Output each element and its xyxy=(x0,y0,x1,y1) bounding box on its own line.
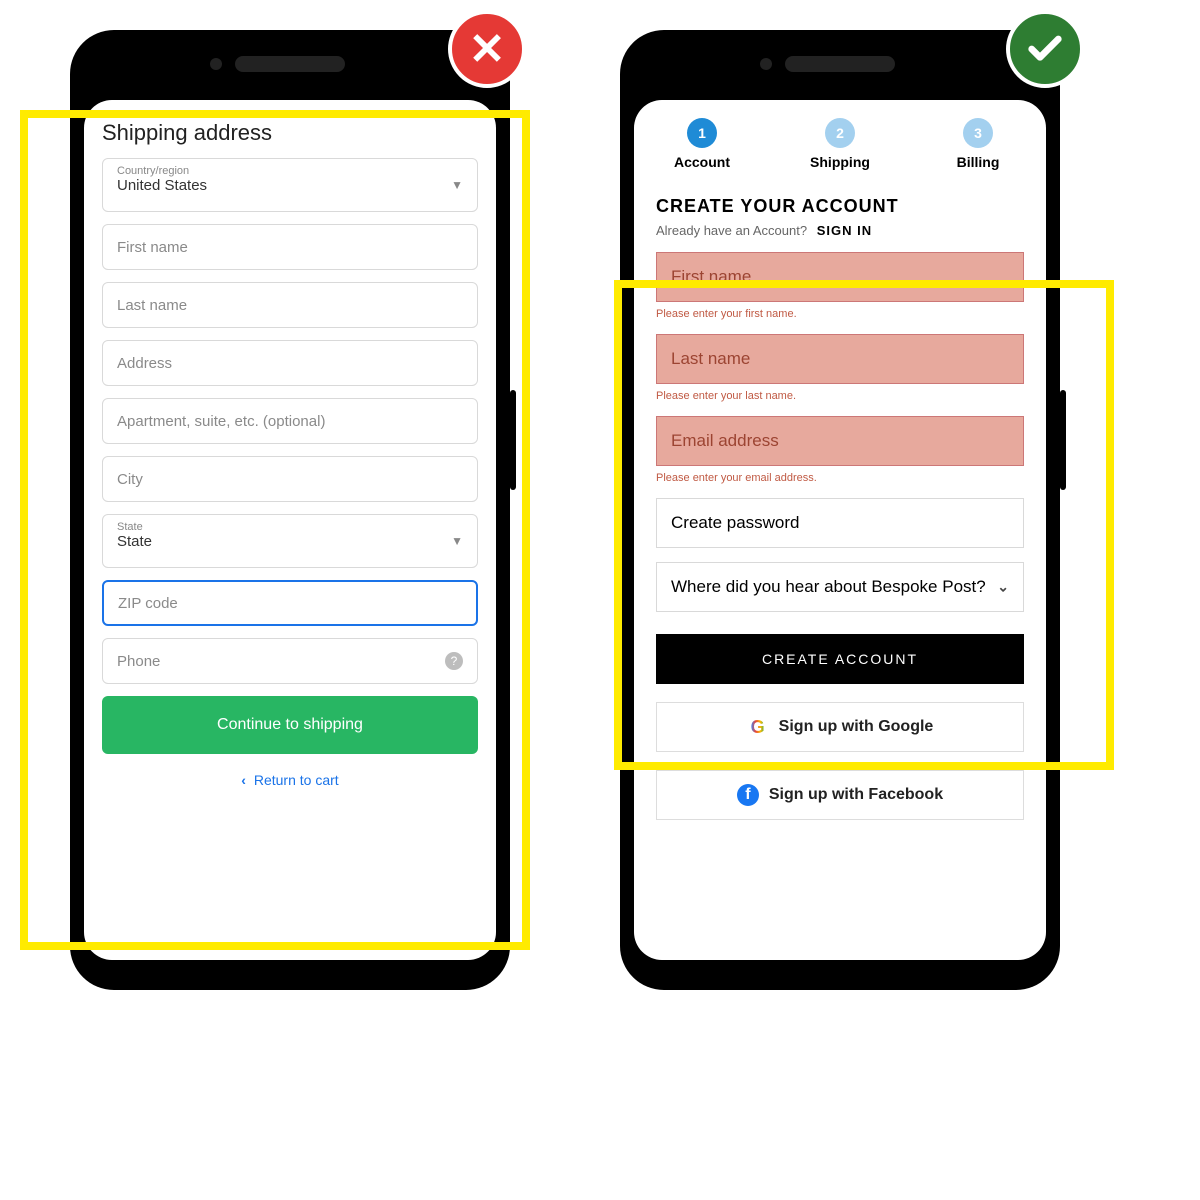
check-icon xyxy=(1025,29,1065,69)
last-name-placeholder: Last name xyxy=(117,297,187,314)
chevron-down-icon: ⌄ xyxy=(997,579,1009,596)
signup-facebook-button[interactable]: f Sign up with Facebook xyxy=(656,770,1024,820)
continue-label: Continue to shipping xyxy=(217,716,363,734)
power-button xyxy=(510,390,516,490)
signup-google-button[interactable]: G Sign up with Google xyxy=(656,702,1024,752)
email-placeholder: Email address xyxy=(671,431,779,450)
first-name-input[interactable]: First name xyxy=(102,224,478,270)
state-label: State xyxy=(117,521,463,533)
step-label: Billing xyxy=(938,154,1018,170)
google-icon: G xyxy=(747,716,769,738)
state-select[interactable]: State State ▼ xyxy=(102,514,478,568)
country-select[interactable]: Country/region United States ▼ xyxy=(102,158,478,212)
state-value: State xyxy=(117,533,463,550)
last-name-input[interactable]: Last name xyxy=(102,282,478,328)
first-name-placeholder: First name xyxy=(117,239,188,256)
email-error: Please enter your email address. xyxy=(656,472,1024,484)
speaker-notch xyxy=(235,56,345,72)
step-dot: 3 xyxy=(963,118,993,148)
chevron-left-icon: ‹ xyxy=(241,772,246,788)
camera-dot xyxy=(210,58,222,70)
continue-button[interactable]: Continue to shipping xyxy=(102,696,478,754)
return-link[interactable]: ‹ Return to cart xyxy=(102,772,478,788)
chevron-down-icon: ▼ xyxy=(451,178,463,192)
last-name-input[interactable]: Last name xyxy=(656,334,1024,384)
first-name-input[interactable]: First name xyxy=(656,252,1024,302)
page-title: CREATE YOUR ACCOUNT xyxy=(656,196,1024,217)
phone-input[interactable]: Phone ? xyxy=(102,638,478,684)
source-select[interactable]: Where did you hear about Bespoke Post? ⌄ xyxy=(656,562,1024,612)
speaker-notch xyxy=(785,56,895,72)
create-account-button[interactable]: CREATE ACCOUNT xyxy=(656,634,1024,684)
phone-frame-left: Shipping address Country/region United S… xyxy=(70,30,510,990)
apt-placeholder: Apartment, suite, etc. (optional) xyxy=(117,413,325,430)
zip-input[interactable]: ZIP code xyxy=(102,580,478,626)
password-input[interactable]: Create password xyxy=(656,498,1024,548)
country-value: United States xyxy=(117,177,463,194)
address-input[interactable]: Address xyxy=(102,340,478,386)
step-dot: 2 xyxy=(825,118,855,148)
step-shipping[interactable]: 2 Shipping xyxy=(800,118,880,170)
step-label: Shipping xyxy=(800,154,880,170)
country-label: Country/region xyxy=(117,165,463,177)
signin-row: Already have an Account? SIGN IN xyxy=(656,223,1024,238)
step-account[interactable]: 1 Account xyxy=(662,118,742,170)
email-input[interactable]: Email address xyxy=(656,416,1024,466)
power-button xyxy=(1060,390,1066,490)
city-input[interactable]: City xyxy=(102,456,478,502)
step-label: Account xyxy=(662,154,742,170)
x-icon: ✕ xyxy=(469,24,506,75)
phone-placeholder: Phone xyxy=(117,653,160,670)
help-icon[interactable]: ? xyxy=(445,652,463,670)
chevron-down-icon: ▼ xyxy=(451,534,463,548)
first-name-placeholder: First name xyxy=(671,267,751,286)
apt-input[interactable]: Apartment, suite, etc. (optional) xyxy=(102,398,478,444)
stepper: 1 Account 2 Shipping 3 Billing xyxy=(656,118,1024,170)
step-dot: 1 xyxy=(687,118,717,148)
google-label: Sign up with Google xyxy=(779,718,934,736)
password-placeholder: Create password xyxy=(671,513,800,532)
create-account-label: CREATE ACCOUNT xyxy=(762,651,918,667)
facebook-label: Sign up with Facebook xyxy=(769,786,943,804)
camera-dot xyxy=(760,58,772,70)
return-label: Return to cart xyxy=(254,772,339,788)
address-placeholder: Address xyxy=(117,355,172,372)
source-placeholder: Where did you hear about Bespoke Post? xyxy=(671,577,986,596)
last-name-placeholder: Last name xyxy=(671,349,750,368)
already-text: Already have an Account? xyxy=(656,223,807,238)
last-name-error: Please enter your last name. xyxy=(656,390,1024,402)
screen-right: 1 Account 2 Shipping 3 Billing CREATE YO… xyxy=(634,100,1046,960)
first-name-error: Please enter your first name. xyxy=(656,308,1024,320)
step-billing[interactable]: 3 Billing xyxy=(938,118,1018,170)
facebook-icon: f xyxy=(737,784,759,806)
screen-left: Shipping address Country/region United S… xyxy=(84,100,496,960)
badge-bad: ✕ xyxy=(448,10,526,88)
zip-placeholder: ZIP code xyxy=(118,595,178,612)
city-placeholder: City xyxy=(117,471,143,488)
page-title: Shipping address xyxy=(102,120,478,146)
phone-frame-right: 1 Account 2 Shipping 3 Billing CREATE YO… xyxy=(620,30,1060,990)
badge-good xyxy=(1006,10,1084,88)
signin-link[interactable]: SIGN IN xyxy=(817,223,872,238)
